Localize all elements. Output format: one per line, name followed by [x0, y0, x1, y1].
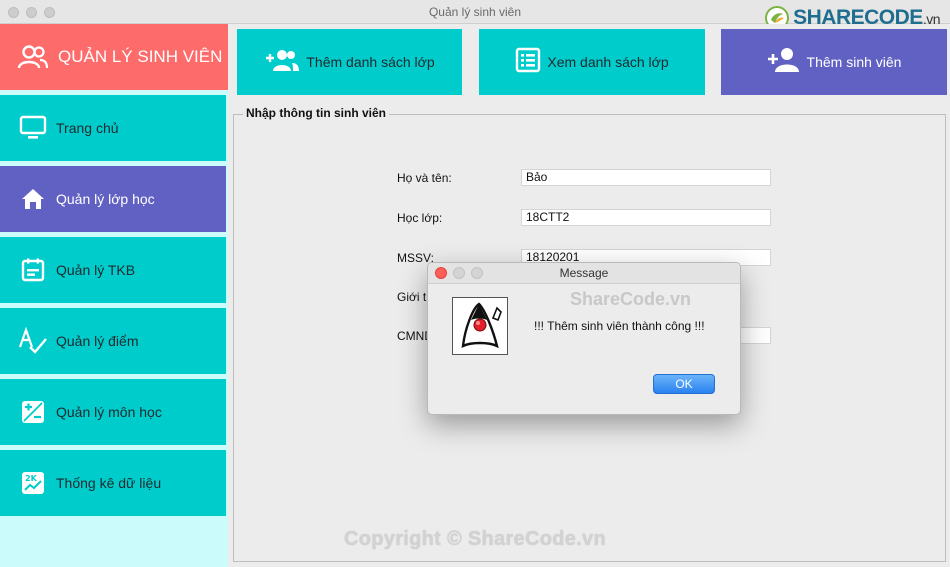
gender-label: Giới t	[397, 290, 427, 304]
dialog-watermark: ShareCode.vn	[570, 289, 692, 309]
class-label: Học lớp:	[397, 211, 443, 225]
users-icon	[16, 42, 50, 72]
full-name-label: Họ và tên:	[397, 171, 452, 185]
add-student-label: Thêm sinh viên	[806, 54, 902, 70]
dialog-title: Message	[559, 266, 609, 280]
ok-button[interactable]: OK	[653, 374, 715, 394]
form-title: Nhập thông tin sinh viên	[243, 106, 389, 120]
sidebar-item-statistics[interactable]: 2K Thống kê dữ liệu	[0, 450, 226, 516]
sidebar-header: QUẢN LÝ SINH VIÊN	[0, 24, 228, 90]
sidebar: QUẢN LÝ SINH VIÊN Trang chủ Quản lý lớp …	[0, 24, 228, 567]
sidebar-item-home[interactable]: Trang chủ	[0, 95, 226, 161]
spellcheck-icon	[18, 326, 48, 356]
add-student-button[interactable]: Thêm sinh viên	[721, 29, 947, 95]
dialog-message: !!! Thêm sinh viên thành công !!!	[534, 319, 705, 333]
plus-minus-icon	[18, 397, 48, 427]
sidebar-item-grades[interactable]: Quản lý điểm	[0, 308, 226, 374]
class-input[interactable]: 18CTT2	[521, 209, 771, 226]
add-class-list-button[interactable]: Thêm danh sách lớp	[237, 29, 462, 95]
list-icon	[515, 47, 541, 78]
calendar-icon	[18, 255, 48, 285]
monitor-icon	[18, 113, 48, 143]
person-add-icon	[767, 47, 801, 78]
sidebar-item-schedule[interactable]: Quản lý TKB	[0, 237, 226, 303]
group-add-icon	[264, 48, 300, 77]
copyright-watermark: Copyright © ShareCode.vn	[344, 528, 606, 550]
full-name-input[interactable]: Bảo	[521, 169, 771, 186]
message-dialog: Message ShareCode.vn !!! Thêm sinh viên …	[427, 262, 741, 415]
sidebar-header-label: QUẢN LÝ SINH VIÊN	[58, 47, 223, 66]
home-icon	[18, 184, 48, 214]
sidebar-item-label: Quản lý TKB	[56, 262, 136, 278]
chart-icon: 2K	[18, 468, 48, 498]
dialog-titlebar: Message	[428, 263, 740, 284]
sidebar-item-label: Trang chủ	[56, 120, 119, 136]
window-titlebar: Quản lý sinh viên SHARECODE.vn	[0, 0, 950, 30]
sidebar-item-label: Quản lý điểm	[56, 333, 139, 349]
sidebar-item-subjects[interactable]: Quản lý môn học	[0, 379, 226, 445]
add-class-list-label: Thêm danh sách lớp	[306, 54, 435, 70]
view-class-list-button[interactable]: Xem danh sách lớp	[479, 29, 705, 95]
sidebar-item-label: Quản lý môn học	[56, 404, 162, 420]
sidebar-item-label: Thống kê dữ liệu	[56, 475, 162, 491]
java-duke-icon	[452, 297, 508, 355]
view-class-list-label: Xem danh sách lớp	[547, 54, 669, 70]
sidebar-item-classes[interactable]: Quản lý lớp học	[0, 166, 226, 232]
sidebar-item-label: Quản lý lớp học	[56, 191, 155, 207]
svg-text:2K: 2K	[25, 474, 38, 483]
